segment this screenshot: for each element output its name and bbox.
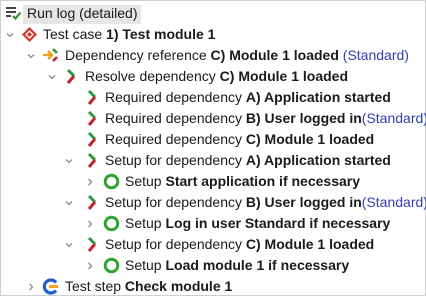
node-type-text: Required dependency	[105, 131, 242, 147]
tree-node-test-case[interactable]: Test case 1) Test module 1	[1, 24, 426, 45]
tree-node-setup[interactable]: Setup Start application if necessary	[1, 171, 426, 192]
tree-node-label: Setup Start application if necessary	[125, 171, 360, 192]
tree-node-label: Required dependency B) User logged in(St…	[105, 108, 426, 129]
tree-node-setup-for-dependency[interactable]: Setup for dependency B) User logged in(S…	[1, 192, 426, 213]
dependency-icon	[63, 68, 80, 85]
test-step-icon	[42, 278, 59, 295]
dependency-icon	[84, 236, 101, 253]
run-log-icon	[5, 4, 22, 21]
tree-node-label: Setup for dependency B) User logged in(S…	[105, 192, 426, 213]
tree-node-setup[interactable]: Setup Load module 1 if necessary	[1, 255, 426, 276]
tree-node-run-log[interactable]: Run log (detailed)	[1, 3, 426, 24]
chevron-right-icon[interactable]	[85, 261, 95, 271]
node-type-text: Setup for dependency	[105, 194, 242, 210]
node-type-text: Test case	[43, 26, 103, 42]
node-name-text: C) Module 1 loaded	[245, 236, 375, 252]
variant-tag: (Standard)	[342, 47, 409, 63]
tree-node-label: Setup Log in user Standard if necessary	[125, 213, 390, 234]
node-name-text: Log in user Standard if necessary	[165, 215, 391, 231]
test-case-icon	[21, 26, 38, 43]
dependency-reference-icon	[42, 47, 59, 64]
chevron-down-icon[interactable]	[64, 198, 74, 208]
node-type-text: Setup for dependency	[105, 152, 242, 168]
node-name-text: C) Module 1 loaded	[245, 131, 375, 147]
variant-tag: (Standard)	[361, 194, 426, 210]
node-type-text: Setup	[125, 257, 162, 273]
tree-node-required-dependency[interactable]: Required dependency C) Module 1 loaded	[1, 129, 426, 150]
tree-node-label: Test step Check module 1	[65, 276, 232, 297]
dependency-icon	[84, 152, 101, 169]
dependency-icon	[84, 110, 101, 127]
tree-node-resolve-dependency[interactable]: Resolve dependency C) Module 1 loaded	[1, 66, 426, 87]
chevron-down-icon[interactable]	[64, 156, 74, 166]
chevron-down-icon[interactable]	[26, 51, 36, 61]
chevron-right-icon[interactable]	[85, 177, 95, 187]
chevron-down-icon[interactable]	[64, 240, 74, 250]
chevron-down-icon[interactable]	[47, 72, 57, 82]
setup-ring-icon	[103, 215, 120, 232]
node-type-text: Required dependency	[105, 110, 242, 126]
node-name-text: Load module 1 if necessary	[165, 257, 350, 273]
tree-node-label: Test case 1) Test module 1	[43, 24, 215, 45]
tree-node-label: Required dependency A) Application start…	[105, 87, 391, 108]
node-type-text: Dependency reference	[65, 47, 207, 63]
tree-node-label: Dependency reference C) Module 1 loaded …	[65, 45, 409, 66]
node-type-text: Test step	[65, 278, 122, 294]
chevron-right-icon[interactable]	[26, 282, 36, 292]
tree-node-label: Setup for dependency A) Application star…	[105, 150, 391, 171]
dependency-icon	[84, 131, 101, 148]
tree-node-setup[interactable]: Setup Log in user Standard if necessary	[1, 213, 426, 234]
node-type-text: Setup	[125, 173, 162, 189]
node-name-text: A) Application started	[245, 152, 391, 168]
node-name-text: C) Module 1 loaded	[219, 68, 348, 84]
tree-node-required-dependency[interactable]: Required dependency B) User logged in(St…	[1, 108, 426, 129]
dependency-icon	[84, 89, 101, 106]
node-type-text: Setup	[125, 215, 162, 231]
node-type-text: Resolve dependency	[85, 68, 216, 84]
node-name-text: Check module 1	[124, 278, 233, 294]
tree-node-label: Setup Load module 1 if necessary	[125, 255, 349, 276]
run-log-tree: Run log (detailed) Test case 1) Test mod…	[0, 0, 426, 296]
tree-node-test-step[interactable]: Test step Check module 1	[1, 276, 426, 297]
tree-node-label: Run log (detailed)	[27, 5, 138, 21]
dependency-icon	[84, 194, 101, 211]
chevron-right-icon[interactable]	[85, 219, 95, 229]
setup-ring-icon	[103, 173, 120, 190]
node-name-text: B) User logged in	[245, 110, 362, 126]
node-name-text: C) Module 1 loaded	[210, 47, 339, 63]
node-name-text: 1) Test module 1	[106, 26, 216, 42]
chevron-down-icon[interactable]	[5, 30, 15, 40]
node-name-text: B) User logged in	[245, 194, 362, 210]
tree-node-required-dependency[interactable]: Required dependency A) Application start…	[1, 87, 426, 108]
node-type-text: Setup for dependency	[105, 236, 242, 252]
tree-node-label: Resolve dependency C) Module 1 loaded	[85, 66, 348, 87]
tree-node-setup-for-dependency[interactable]: Setup for dependency A) Application star…	[1, 150, 426, 171]
setup-ring-icon	[103, 257, 120, 274]
tree-node-dependency-reference[interactable]: Dependency reference C) Module 1 loaded …	[1, 45, 426, 66]
tree-node-setup-for-dependency[interactable]: Setup for dependency C) Module 1 loaded	[1, 234, 426, 255]
node-type-text: Required dependency	[105, 89, 242, 105]
node-name-text: Start application if necessary	[165, 173, 361, 189]
tree-node-label: Setup for dependency C) Module 1 loaded	[105, 234, 374, 255]
node-name-text: A) Application started	[245, 89, 391, 105]
variant-tag: (Standard)	[361, 110, 426, 126]
tree-node-label: Required dependency C) Module 1 loaded	[105, 129, 374, 150]
